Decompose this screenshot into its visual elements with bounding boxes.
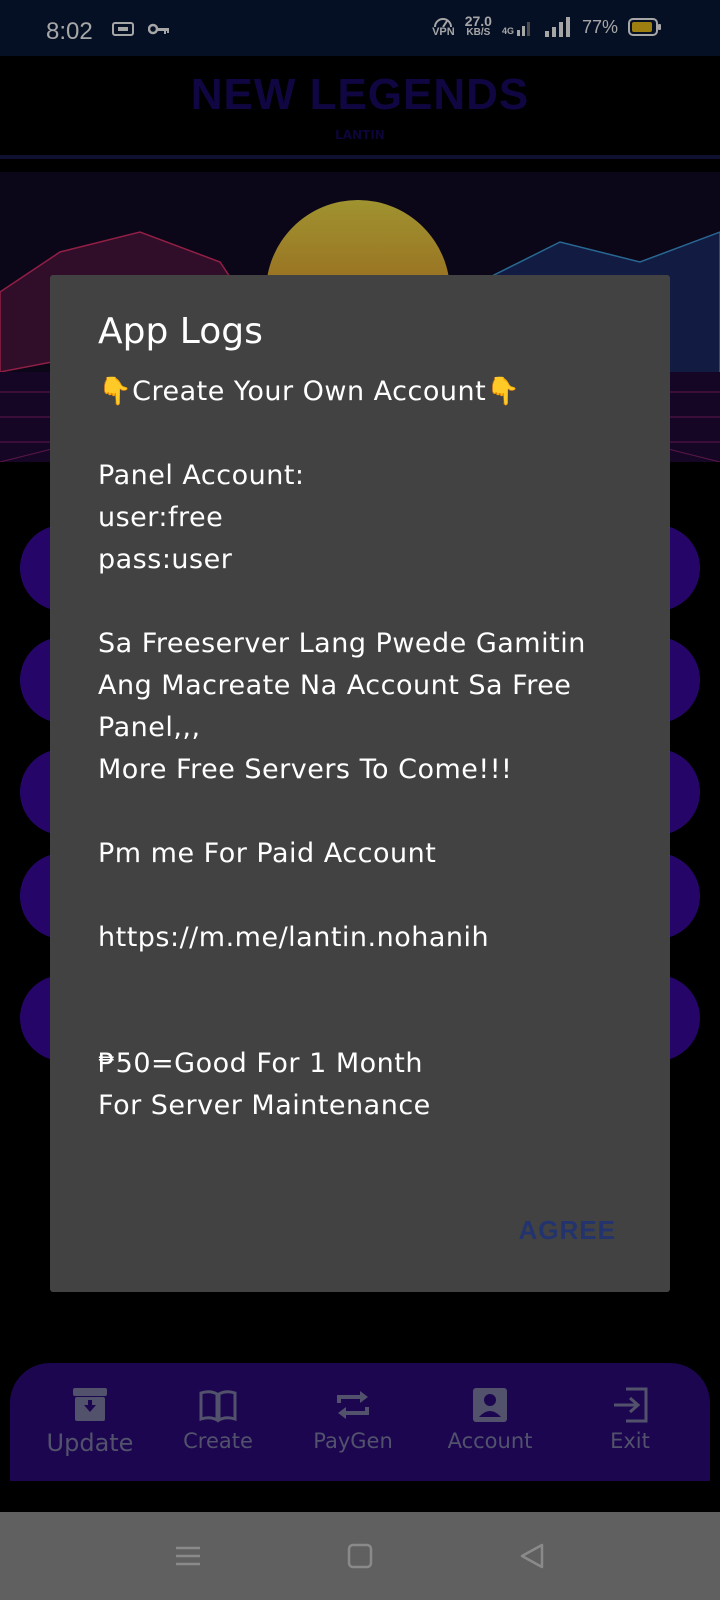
system-navigation-bar <box>0 1512 720 1600</box>
agree-button[interactable]: AGREE <box>513 1214 622 1247</box>
menu-icon[interactable] <box>174 1542 202 1570</box>
dialog-message: 👇Create Your Own Account👇 Panel Account:… <box>98 376 586 1121</box>
app-logs-dialog: App Logs 👇Create Your Own Account👇 Panel… <box>50 275 670 1292</box>
back-icon[interactable] <box>518 1542 546 1570</box>
dialog-title: App Logs <box>98 311 263 352</box>
home-icon[interactable] <box>346 1542 374 1570</box>
